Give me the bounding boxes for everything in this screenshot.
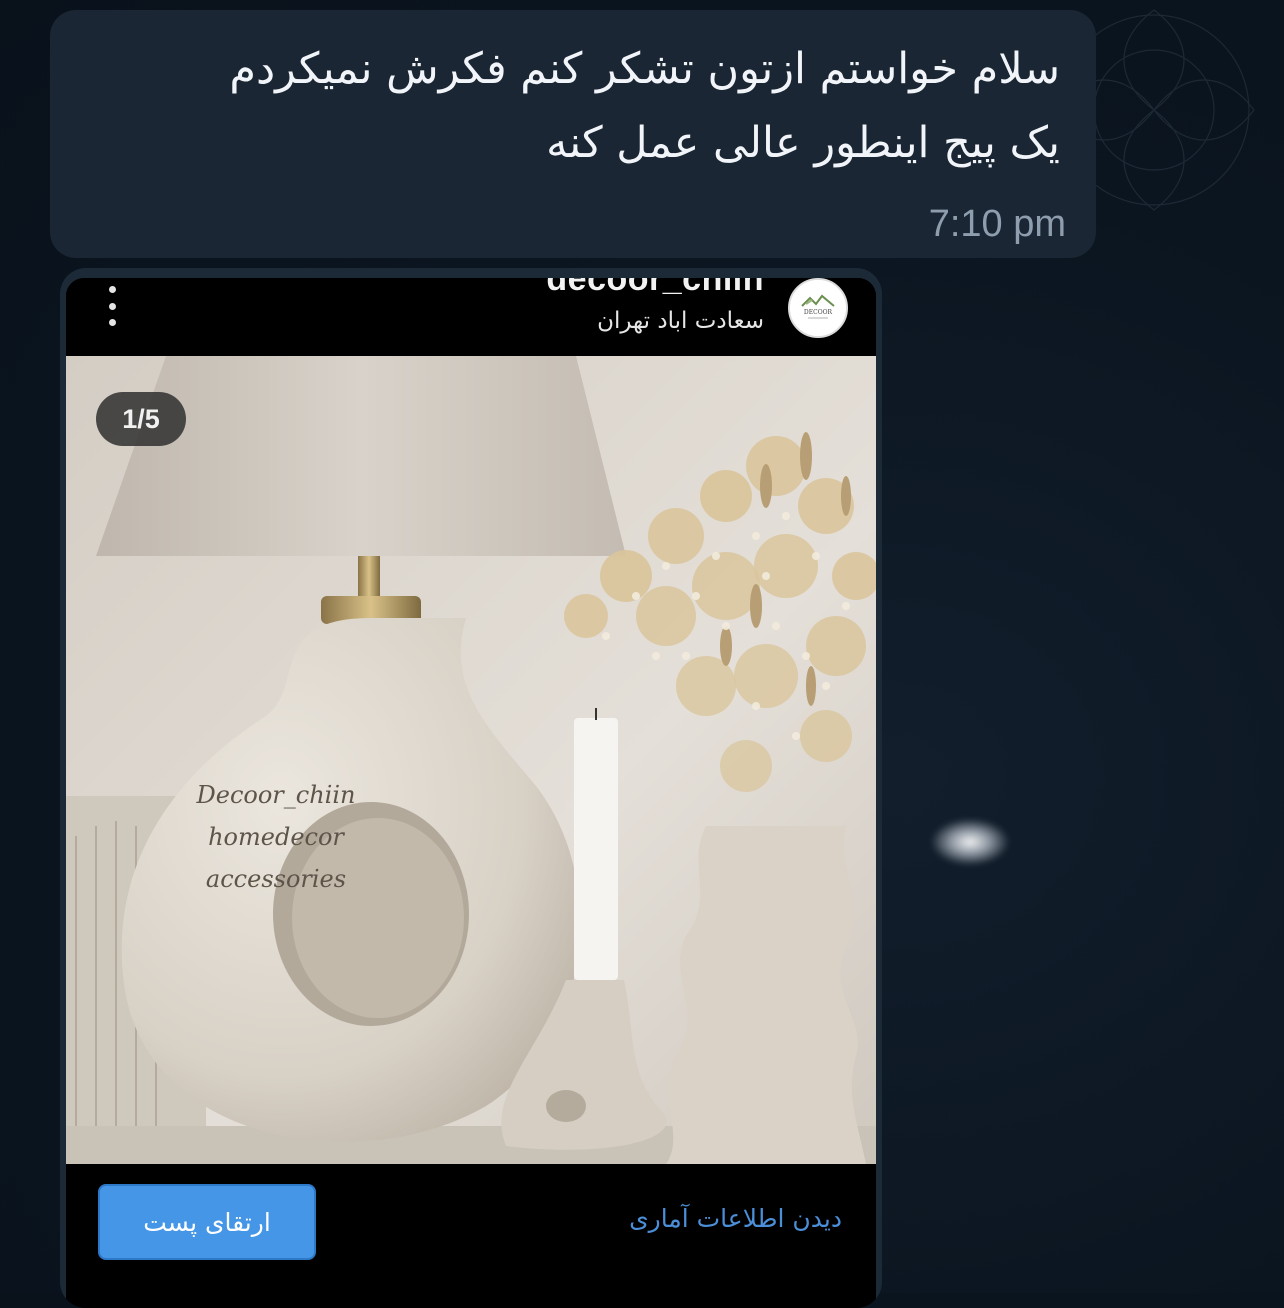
post-header: decoor_chiin سعادت اباد تهران DECOOR: [66, 278, 876, 356]
profile-avatar[interactable]: DECOOR: [788, 278, 848, 338]
promote-post-button[interactable]: ارتقای پست: [98, 1184, 316, 1260]
kebab-menu-icon[interactable]: [102, 286, 122, 326]
watermark-line-3: accessories: [205, 865, 347, 893]
message-timestamp: 7:10 pm: [928, 203, 1066, 245]
watermark-line-2: homedecor: [208, 823, 344, 851]
message-bubble[interactable]: سلام خواستم ازتون تشکر کنم فکرش نمیکردم …: [50, 10, 1096, 258]
post-image[interactable]: 1/5 Decoor_chiin homedecor accessories: [66, 356, 876, 1164]
post-location[interactable]: سعادت اباد تهران: [597, 308, 764, 334]
shared-post-card[interactable]: decoor_chiin سعادت اباد تهران DECOOR 1/5…: [60, 268, 882, 1308]
post-username[interactable]: decoor_chiin: [546, 278, 764, 299]
avatar-logo-text: DECOOR: [804, 309, 833, 316]
carousel-page-indicator: 1/5: [96, 392, 186, 446]
background-light-spot: [930, 818, 1010, 866]
post-preview: decoor_chiin سعادت اباد تهران DECOOR 1/5…: [66, 278, 876, 1308]
message-text-line-2: یک پیج اینطور عالی عمل کنه: [546, 118, 1060, 168]
product-photo: [66, 356, 876, 1164]
image-watermark: Decoor_chiin homedecor accessories: [176, 774, 376, 900]
post-footer: ارتقای پست دیدن اطلاعات آماری: [66, 1164, 876, 1308]
message-text-line-1: سلام خواستم ازتون تشکر کنم فکرش نمیکردم: [229, 44, 1060, 94]
avatar-logo-icon: DECOOR: [790, 280, 846, 336]
watermark-line-1: Decoor_chiin: [196, 781, 356, 809]
view-insights-link[interactable]: دیدن اطلاعات آماری: [629, 1204, 842, 1233]
